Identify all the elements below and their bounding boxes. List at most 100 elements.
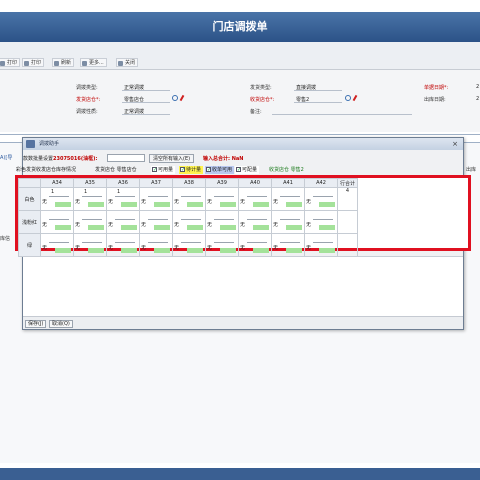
available-stock-bar <box>220 202 236 207</box>
doc-date-field[interactable]: 2 <box>476 84 479 90</box>
cancel-button[interactable]: 取消(Q) <box>49 320 73 328</box>
qty-cell[interactable]: 无 <box>106 233 140 257</box>
qty-cell[interactable]: 无 <box>271 210 305 234</box>
color-row: 白色 1 无 1 无 1 无无无无无无无 4 <box>18 187 358 211</box>
qty-cell[interactable]: 1无 <box>106 187 140 211</box>
qty-input-underline <box>313 219 333 220</box>
color-name-cell: 绿 <box>18 233 41 257</box>
qty-cell[interactable]: 1无 <box>73 187 107 211</box>
qty-cell[interactable]: 无 <box>73 210 107 234</box>
clear-icon[interactable] <box>352 94 358 102</box>
legend-pending[interactable]: 待计量 <box>179 166 204 174</box>
qty-cell[interactable]: 无 <box>205 187 239 211</box>
qty-cell[interactable]: 无 <box>139 233 173 257</box>
batch-set-label: 款数批量设置23075016(油框): <box>23 156 98 162</box>
available-stock-bar <box>286 248 302 253</box>
qty-input-value[interactable]: 1 <box>84 189 87 195</box>
available-stock-bar <box>253 248 269 253</box>
qty-cell[interactable]: 无 <box>304 187 338 211</box>
qty-input-underline <box>82 242 102 243</box>
qty-input-value[interactable]: 1 <box>117 189 120 195</box>
batch-qty-input[interactable] <box>107 154 145 162</box>
qty-cell-content: 1无 <box>107 188 139 210</box>
qty-cell[interactable]: 无 <box>205 233 239 257</box>
qty-cell[interactable]: 无 <box>304 233 338 257</box>
dialog-close-button[interactable]: × <box>451 140 459 148</box>
qty-cell[interactable]: 无 <box>172 187 206 211</box>
color-name-cell: 浅粉红 <box>18 210 41 234</box>
stock-flag: 无 <box>273 199 279 205</box>
size-header: A35 <box>73 178 107 188</box>
clear-icon[interactable] <box>179 94 185 102</box>
qty-cell[interactable]: 无 <box>238 233 272 257</box>
qty-cell[interactable]: 无 <box>238 187 272 211</box>
close-button[interactable]: 关闭 <box>116 58 139 67</box>
qty-cell[interactable]: 无 <box>238 210 272 234</box>
qty-cell[interactable]: 无 <box>172 210 206 234</box>
size-header: A40 <box>238 178 272 188</box>
qty-cell[interactable]: 无 <box>73 233 107 257</box>
save-button[interactable]: 保存(J) <box>25 320 47 328</box>
size-header: A39 <box>205 178 239 188</box>
qty-input-underline <box>181 196 201 197</box>
stock-flag: 无 <box>207 199 213 205</box>
size-header: A34 <box>40 178 74 188</box>
remark-label: 备注: <box>250 109 262 115</box>
color-row: 浅粉红无 无 无 无 无 无 无 无 无 <box>18 210 358 234</box>
size-header: A41 <box>271 178 305 188</box>
qty-cell[interactable]: 无 <box>172 233 206 257</box>
size-header: A36 <box>106 178 140 188</box>
print-icon <box>24 61 29 66</box>
more-button[interactable]: 更多... <box>80 58 107 67</box>
qty-input-underline <box>280 242 300 243</box>
qty-input-underline <box>280 196 300 197</box>
search-icon[interactable] <box>172 95 178 101</box>
stock-flag: 无 <box>273 245 279 251</box>
qty-input-underline <box>148 196 168 197</box>
qty-cell[interactable]: 无 <box>271 187 305 211</box>
checkbox-icon <box>152 166 157 174</box>
qty-cell[interactable]: 无 <box>139 210 173 234</box>
legend-receive-store: 收货店仓 零售2 <box>269 167 304 173</box>
qty-cell[interactable]: 无 <box>40 233 74 257</box>
print-button-2[interactable]: 打印 <box>22 58 45 67</box>
qty-cell[interactable]: 无 <box>304 210 338 234</box>
remark-field[interactable] <box>272 108 412 115</box>
qty-cell[interactable]: 1无 <box>40 187 74 211</box>
stock-flag: 无 <box>273 222 279 228</box>
ship-store-label: 发货店仓*: <box>76 97 101 103</box>
import-link[interactable]: A)[导 <box>0 154 12 161</box>
row-total-cell <box>337 210 358 234</box>
search-icon[interactable] <box>345 95 351 101</box>
qty-cell[interactable]: 无 <box>40 210 74 234</box>
qty-input-underline <box>214 219 234 220</box>
stock-flag: 无 <box>207 222 213 228</box>
qty-cell[interactable]: 无 <box>106 210 140 234</box>
qty-cell-content: 无 <box>272 234 304 256</box>
qty-cell-content: 无 <box>206 188 238 210</box>
legend-ship-store: 发货店仓 零售店仓 <box>95 167 137 173</box>
qty-input-value[interactable]: 1 <box>51 189 54 195</box>
qty-cell[interactable]: 无 <box>205 210 239 234</box>
legend-allocatable[interactable]: 可配量 <box>235 166 260 174</box>
checkbox-icon <box>206 166 211 174</box>
qty-cell[interactable]: 无 <box>139 187 173 211</box>
qty-input-underline <box>280 219 300 220</box>
qty-input-underline <box>49 196 69 197</box>
row-total-cell <box>337 233 358 257</box>
legend-receive-available[interactable]: 收单可用 <box>205 166 235 174</box>
refresh-button[interactable]: 刷新 <box>52 58 75 67</box>
transfer-helper-dialog: 调拨助手 × 款数批量设置23075016(油框): 清空所有输入(E) 输入总… <box>15 137 471 330</box>
qty-input-underline <box>115 242 135 243</box>
legend-available[interactable]: 可用量 <box>151 166 176 174</box>
qty-cell-content: 无 <box>206 234 238 256</box>
qty-cell-content: 无 <box>140 188 172 210</box>
clear-all-inputs-button[interactable]: 清空所有输入(E) <box>149 154 195 163</box>
qty-cell[interactable]: 无 <box>271 233 305 257</box>
qty-cell-content: 无 <box>173 234 205 256</box>
qty-input-underline <box>313 242 333 243</box>
dialog-footer: 保存(J) 取消(Q) <box>23 316 463 329</box>
outbound-date-field[interactable]: 2 <box>476 96 479 102</box>
qty-input-underline <box>148 242 168 243</box>
print-button[interactable]: 打印 <box>0 58 21 67</box>
